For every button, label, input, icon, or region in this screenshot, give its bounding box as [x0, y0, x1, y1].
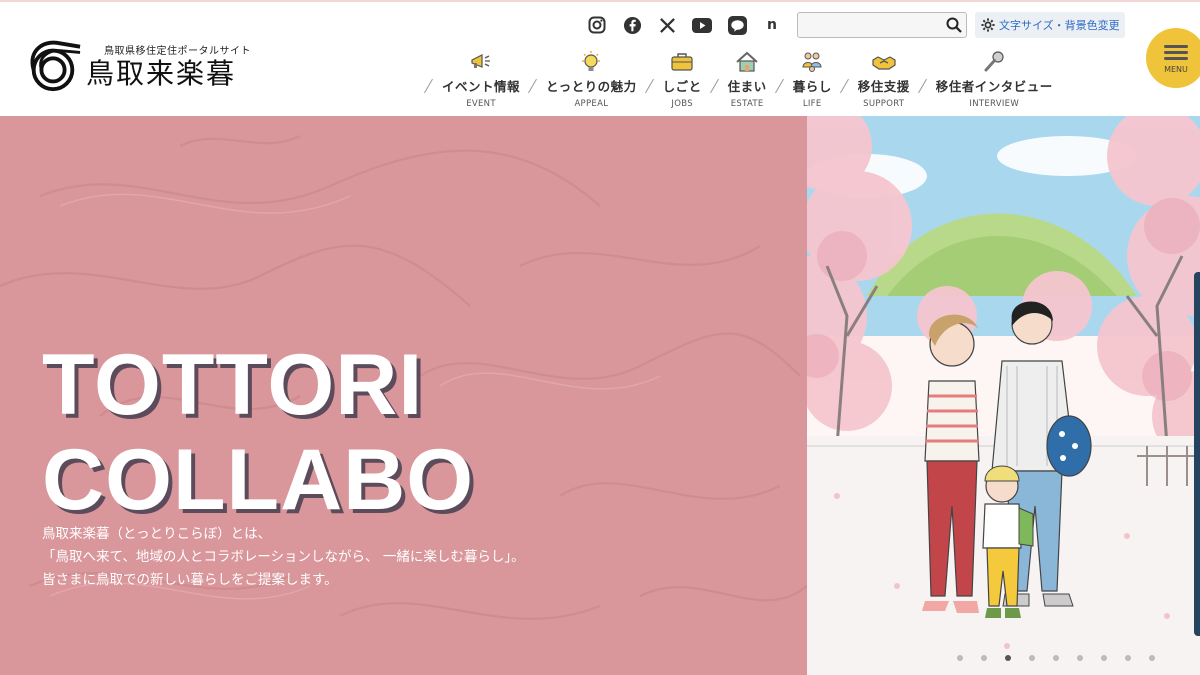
nav-label: 住まい [727, 79, 767, 94]
hero-title-line1: TOTTORI [42, 337, 424, 433]
logo-title: 鳥取来楽暮 [86, 56, 237, 90]
global-nav: イベント情報 EVENT とっとりの魅力 APPEAL しごと JOBS 住まい… [420, 50, 1057, 109]
menu-button[interactable]: MENU [1146, 28, 1200, 88]
x-icon[interactable] [656, 14, 678, 36]
family-icon [802, 52, 822, 72]
lightbulb-icon [582, 51, 601, 71]
cherry-blossom-family-illustration [807, 116, 1200, 675]
nav-item-interview[interactable]: 移住者インタビュー INTERVIEW [914, 50, 1057, 109]
nav-label-en: SUPPORT [863, 99, 905, 109]
house-icon [736, 51, 758, 72]
search-icon[interactable] [946, 17, 962, 33]
line-icon[interactable] [726, 14, 748, 36]
nav-label-en: INTERVIEW [969, 99, 1020, 109]
hero-title: TOTTORI COLLABO [42, 338, 474, 528]
slider-dot-active[interactable] [1005, 655, 1011, 661]
instagram-icon[interactable] [586, 14, 608, 36]
slider-dot[interactable] [957, 655, 963, 661]
nav-item-support[interactable]: 移住支援 SUPPORT [836, 50, 914, 109]
site-header: 鳥取県移住定住ポータルサイト 鳥取来楽暮 n 文字サイズ・背景色変更 MENU … [0, 0, 1200, 116]
hero-text-panel: TOTTORI COLLABO 鳥取来楽暮（とっとりこらぼ）とは、 「鳥取へ来て… [0, 116, 807, 675]
nav-label: 移住支援 [857, 79, 910, 94]
side-tab[interactable] [1194, 272, 1200, 636]
logo-swirl-icon [30, 40, 81, 92]
font-size-bg-color-button[interactable]: 文字サイズ・背景色変更 [975, 12, 1125, 38]
nav-label: 暮らし [792, 79, 832, 94]
hero-title-line2: COLLABO [42, 432, 475, 528]
slider-dot[interactable] [1149, 655, 1155, 661]
microphone-icon [984, 51, 1004, 72]
hero-copy-line2: 「鳥取へ来て、地域の人とコラボレーションしながら、 一緒に楽しむ暮らし」。 [42, 549, 525, 565]
slider-dot[interactable] [1101, 655, 1107, 661]
nav-label-en: ESTATE [730, 99, 764, 109]
hero-copy-line1: 鳥取来楽暮（とっとりこらぼ）とは、 [42, 526, 272, 542]
hero-copy-line3: 皆さまに鳥取での新しい暮らしをご提案します。 [42, 572, 338, 588]
logo-subtitle: 鳥取県移住定住ポータルサイト [104, 45, 251, 57]
nav-item-appeal[interactable]: とっとりの魅力 APPEAL [524, 50, 641, 109]
note-icon[interactable]: n [761, 14, 783, 36]
site-search [797, 12, 967, 38]
nav-item-estate[interactable]: 住まい ESTATE [706, 50, 771, 109]
nav-label: 移住者インタビュー [935, 79, 1053, 94]
nav-item-jobs[interactable]: しごと JOBS [641, 50, 706, 109]
slider-dots [957, 655, 1155, 661]
nav-label-en: APPEAL [574, 99, 609, 109]
social-links: n [586, 14, 783, 36]
font-size-label: 文字サイズ・背景色変更 [999, 19, 1120, 32]
nav-label-en: EVENT [466, 99, 496, 109]
menu-label: MENU [1164, 65, 1188, 74]
facebook-icon[interactable] [621, 14, 643, 36]
hamburger-icon [1164, 42, 1188, 63]
slider-dot[interactable] [1053, 655, 1059, 661]
megaphone-icon [471, 54, 490, 68]
search-input[interactable] [798, 13, 938, 37]
slider-dot[interactable] [1077, 655, 1083, 661]
nav-item-event[interactable]: イベント情報 EVENT [420, 50, 524, 109]
youtube-icon[interactable] [691, 14, 713, 36]
briefcase-icon [671, 53, 693, 71]
handshake-icon [872, 56, 896, 70]
page: 鳥取県移住定住ポータルサイト 鳥取来楽暮 n 文字サイズ・背景色変更 MENU … [0, 0, 1200, 675]
slider-dot[interactable] [1029, 655, 1035, 661]
nav-label-en: LIFE [802, 99, 822, 109]
hero-illustration-panel [807, 116, 1200, 675]
nav-label: しごと [662, 79, 702, 94]
gear-icon [981, 18, 995, 32]
nav-item-life[interactable]: 暮らし LIFE [771, 50, 836, 109]
hero-description: 鳥取来楽暮（とっとりこらぼ）とは、 「鳥取へ来て、地域の人とコラボレーションしな… [42, 523, 525, 592]
nav-label-en: JOBS [671, 99, 693, 109]
note-glyph: n [767, 17, 777, 33]
slider-dot[interactable] [1125, 655, 1131, 661]
slider-dot[interactable] [981, 655, 987, 661]
nav-label: とっとりの魅力 [546, 79, 637, 94]
site-logo[interactable]: 鳥取県移住定住ポータルサイト 鳥取来楽暮 [24, 36, 264, 96]
nav-label: イベント情報 [442, 79, 521, 94]
